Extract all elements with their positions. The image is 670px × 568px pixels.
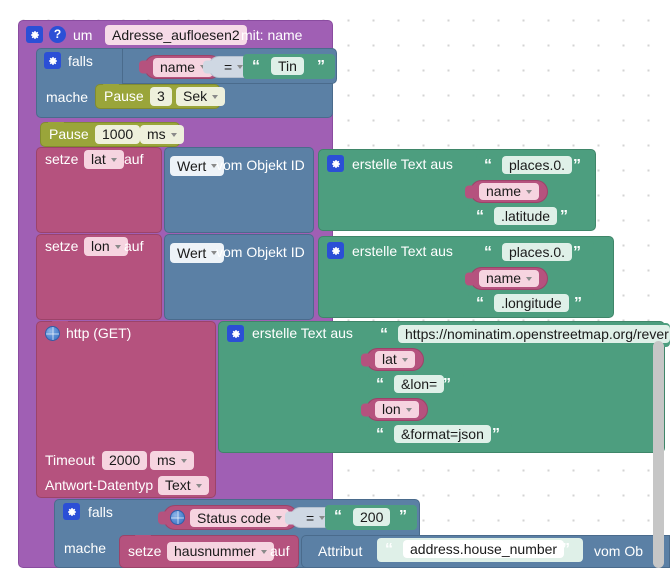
text-literal-200-field[interactable]: 200: [353, 508, 391, 526]
text-literal-latitude-field[interactable]: .latitude: [494, 207, 558, 225]
quote-close-icon: ”: [317, 58, 325, 75]
pause-unit-field-1[interactable]: Sek: [176, 87, 226, 106]
quote-open-icon: “: [376, 426, 384, 443]
variable-name-field-lon[interactable]: name: [479, 270, 540, 287]
variable-name-reporter-lat[interactable]: name: [470, 180, 549, 203]
gear-icon[interactable]: [63, 503, 80, 520]
vom-objekt-label-clipped: vom Ob: [594, 543, 644, 559]
text-literal-places-lat-field[interactable]: places.0.: [502, 156, 573, 174]
text-literal-url-field[interactable]: https://nominatim.openstreetmap.org/reve…: [398, 325, 670, 343]
variable-lat-field-url[interactable]: lat: [375, 351, 415, 368]
quote-close-icon: ”: [573, 157, 581, 174]
setze-keyword-lon: setze: [45, 238, 79, 254]
quote-open-icon: “: [484, 244, 492, 261]
timeout-value-field[interactable]: 2000: [102, 451, 148, 470]
text-literal-longitude-field[interactable]: .longitude: [494, 294, 569, 312]
quote-open-icon: “: [380, 326, 388, 343]
quote-open-icon: “: [252, 58, 260, 75]
auf-keyword-hausnummer: auf: [270, 543, 290, 559]
quote-close-icon: ”: [399, 508, 407, 525]
timeout-label: Timeout: [45, 452, 96, 468]
quote-close-icon: ”: [560, 208, 568, 225]
quote-open-icon: “: [484, 157, 492, 174]
variable-lat-reporter-url[interactable]: lat: [366, 348, 424, 371]
attribut-label: Attribut: [318, 543, 363, 559]
gear-icon[interactable]: [327, 155, 344, 172]
response-type-field[interactable]: Text: [158, 476, 209, 495]
erstelle-text-aus-label-lon: erstelle Text aus: [352, 243, 453, 259]
erstelle-text-aus-label-lat: erstelle Text aus: [352, 156, 453, 172]
gear-icon[interactable]: [227, 325, 244, 342]
variable-name-field-lat[interactable]: name: [479, 183, 540, 200]
variable-hausnummer-field[interactable]: hausnummer: [167, 542, 274, 561]
quote-close-icon: ”: [492, 426, 500, 443]
http-get-block[interactable]: [36, 321, 216, 498]
gear-icon[interactable]: [26, 26, 43, 43]
gear-icon[interactable]: [327, 242, 344, 259]
block-notch: [135, 535, 151, 540]
pause-unit-field-2[interactable]: ms: [140, 125, 184, 144]
if-keyword-2: falls: [88, 504, 113, 520]
timeout-unit-field[interactable]: ms: [150, 451, 194, 470]
quote-open-icon: “: [385, 541, 393, 558]
text-literal-tin-field[interactable]: Tin: [271, 57, 304, 75]
variable-name-reporter-lon[interactable]: name: [470, 267, 549, 290]
erstelle-text-aus-label-url: erstelle Text aus: [252, 325, 353, 341]
auf-keyword-lat: auf: [124, 151, 144, 167]
procedure-name-field[interactable]: Adresse_aufloesen2: [105, 25, 247, 45]
setze-keyword-hausnummer: setze: [128, 543, 162, 559]
quote-open-icon: “: [476, 295, 484, 312]
if-do-keyword-2: mache: [64, 540, 107, 556]
variable-lat-field[interactable]: lat: [84, 150, 124, 169]
pause-value-field-2[interactable]: 1000: [95, 125, 141, 144]
setze-keyword-lat: setze: [45, 151, 79, 167]
question-mark-icon[interactable]: ?: [49, 26, 66, 43]
procedure-params-label: mit: name: [241, 27, 303, 43]
quote-close-icon: ”: [443, 376, 451, 393]
blockly-workspace[interactable]: ? um Adresse_aufloesen2 mit: name falls …: [0, 0, 670, 568]
vertical-scrollbar[interactable]: [653, 341, 664, 568]
pause-label-2: Pause: [49, 126, 89, 142]
variable-lon-field[interactable]: lon: [84, 237, 128, 256]
globe-icon: [170, 510, 185, 525]
if-do-keyword-1: mache: [46, 89, 89, 105]
globe-icon: [45, 326, 60, 341]
quote-open-icon: “: [476, 208, 484, 225]
vom-objekt-id-label-lat: vom Objekt ID: [216, 157, 305, 173]
quote-close-icon: ”: [562, 541, 570, 558]
http-get-label: http (GET): [66, 325, 132, 341]
status-code-reporter[interactable]: Status code: [163, 505, 298, 530]
vom-objekt-id-label-lon: vom Objekt ID: [216, 244, 305, 260]
quote-close-icon: ”: [574, 295, 582, 312]
response-type-label: Antwort-Datentyp: [45, 477, 154, 493]
text-literal-lon-param-field[interactable]: &lon=: [394, 375, 445, 393]
procedure-keyword: um: [73, 27, 93, 43]
auf-keyword-lon: auf: [124, 238, 144, 254]
text-literal-format-param-field[interactable]: &format=json: [394, 425, 491, 443]
text-literal-places-lon-field[interactable]: places.0.: [502, 243, 573, 261]
quote-open-icon: “: [334, 508, 342, 525]
text-literal-house-number-field[interactable]: address.house_number: [403, 540, 565, 558]
status-code-field[interactable]: Status code: [190, 508, 289, 527]
variable-lon-field-url[interactable]: lon: [375, 401, 419, 418]
pause-value-field-1[interactable]: 3: [150, 87, 172, 106]
quote-open-icon: “: [376, 376, 384, 393]
if-keyword-1: falls: [68, 53, 93, 69]
quote-close-icon: ”: [573, 244, 581, 261]
gear-icon[interactable]: [44, 52, 61, 69]
variable-lon-reporter-url[interactable]: lon: [366, 398, 428, 421]
pause-label-1: Pause: [104, 88, 144, 104]
